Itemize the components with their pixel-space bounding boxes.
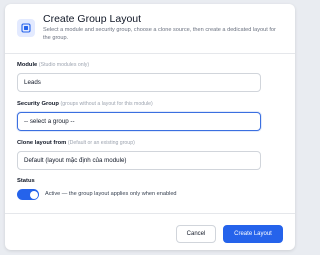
dialog-title: Create Group Layout	[43, 13, 142, 25]
clone-from-label-text: Clone layout from	[17, 140, 67, 146]
module-label: Module (Studio modules only)	[17, 62, 89, 68]
module-label-text: Module	[17, 62, 38, 68]
security-group-hint: (groups without a layout for this module…	[60, 101, 153, 107]
clone-from-hint: (Default or an existing group)	[67, 140, 135, 146]
status-label: Status	[17, 178, 35, 184]
module-input[interactable]: Leads	[17, 73, 261, 92]
dialog-footer-divider	[5, 213, 295, 214]
clone-from-label: Clone layout from (Default or an existin…	[17, 140, 135, 146]
security-group-label-text: Security Group	[17, 101, 59, 107]
module-value: Leads	[24, 79, 41, 86]
create-group-layout-dialog: Create Group Layout Select a module and …	[5, 4, 295, 250]
clone-from-select[interactable]: Default (layout mặc định của module)	[17, 151, 261, 170]
dialog-subtitle: Select a module and security group, choo…	[43, 27, 276, 41]
layout-icon	[17, 19, 35, 37]
toggle-knob	[29, 190, 38, 199]
clone-from-value: Default (layout mặc định của module)	[24, 157, 127, 164]
cancel-button[interactable]: Cancel	[176, 225, 216, 243]
security-group-value: -- select a group --	[24, 118, 75, 125]
security-group-select[interactable]: -- select a group --	[17, 112, 261, 131]
security-group-label: Security Group (groups without a layout …	[17, 101, 153, 107]
status-toggle-text: Active — the group layout applies only w…	[45, 191, 177, 197]
status-toggle[interactable]	[17, 189, 39, 200]
module-hint: (Studio modules only)	[38, 62, 90, 68]
create-layout-button[interactable]: Create Layout	[223, 225, 283, 243]
dialog-header: Create Group Layout Select a module and …	[5, 4, 295, 54]
